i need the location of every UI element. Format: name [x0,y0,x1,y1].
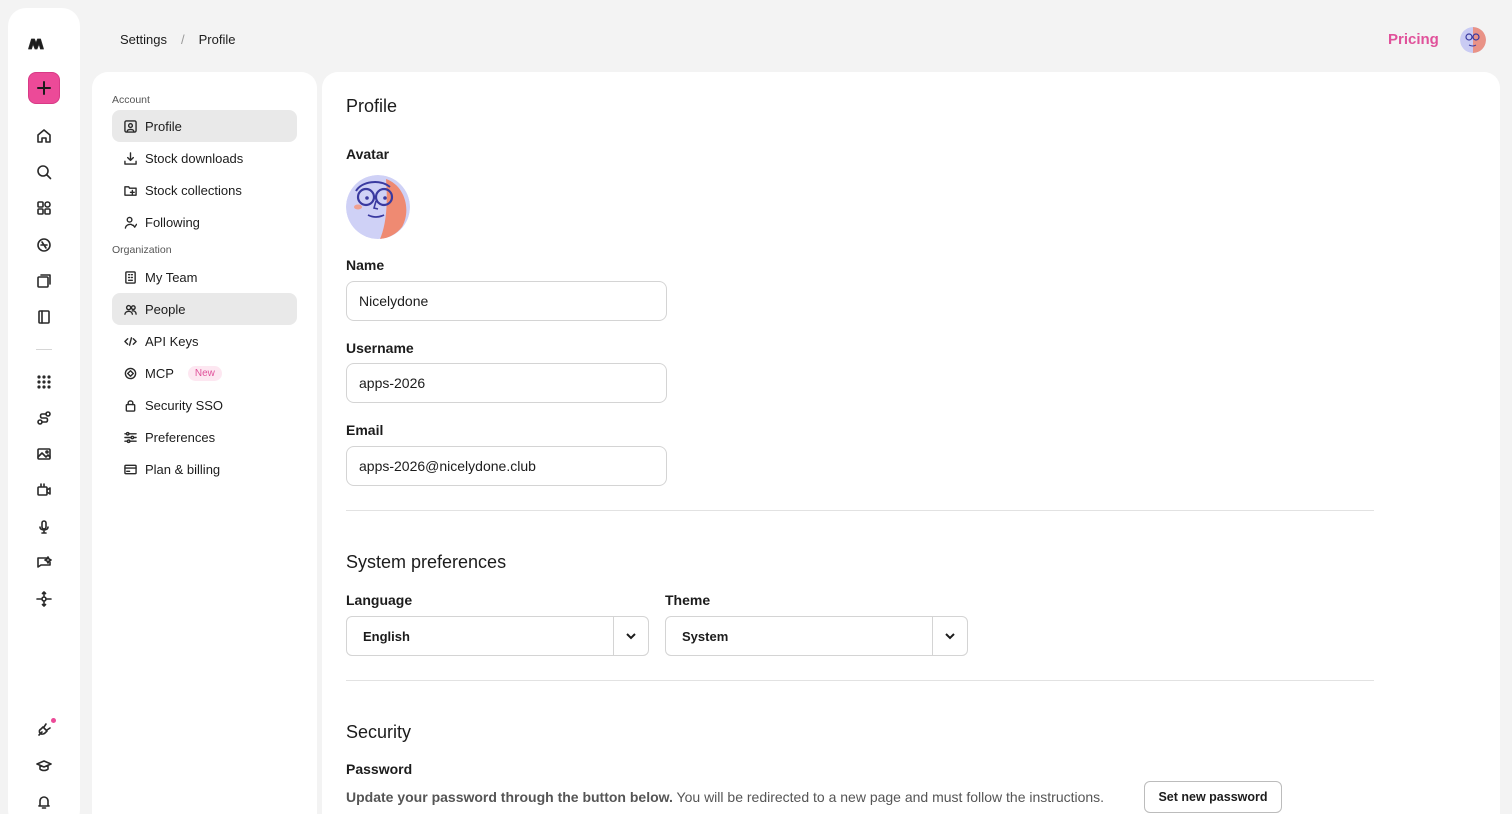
chevron-down-icon [626,633,636,640]
settings-nav: Account Profile Stock downloads Stock co… [92,72,317,814]
nav-item-api-keys[interactable]: API Keys [112,325,297,357]
set-new-password-button[interactable]: Set new password [1144,781,1282,813]
email-input[interactable] [346,446,667,486]
theme-select[interactable]: System [665,616,968,656]
code-icon [124,336,137,346]
video-icon[interactable] [32,478,56,502]
nav-group-organization: Organization [112,244,172,256]
user-avatar[interactable] [1460,27,1486,53]
pricing-link[interactable]: Pricing [1388,31,1439,48]
graduation-cap-icon[interactable] [32,754,56,778]
plug-icon[interactable] [32,718,56,742]
email-label: Email [346,422,384,438]
section-divider [346,510,1374,511]
dots-grid-icon[interactable] [32,370,56,394]
profile-icon [124,119,137,133]
password-label: Password [346,761,413,777]
card-icon [124,464,137,474]
apps-grid-icon[interactable] [32,196,56,220]
rail-divider [36,349,52,350]
download-icon [124,151,137,165]
workflow-icon[interactable] [32,406,56,430]
book-icon[interactable] [32,305,56,329]
nav-item-plan-billing[interactable]: Plan & billing [112,453,297,485]
page-title: Profile [346,96,398,116]
username-label: Username [346,340,414,356]
nav-item-stock-collections[interactable]: Stock collections [112,174,297,206]
breadcrumb-separator: / [180,32,185,47]
library-icon[interactable] [32,269,56,293]
microphone-icon[interactable] [32,515,56,539]
icon-rail [8,8,80,814]
system-preferences-title: System preferences [346,552,507,572]
image-icon[interactable] [32,442,56,466]
language-label: Language [346,592,413,608]
name-input[interactable] [346,281,667,321]
password-description: Update your password through the button … [346,789,1105,805]
people-icon [124,304,137,315]
profile-avatar[interactable] [346,175,410,239]
breadcrumb-current: Profile [198,32,236,47]
lock-icon [125,399,136,412]
user-follow-icon [124,216,137,229]
nav-item-security-sso[interactable]: Security SSO [112,389,297,421]
username-input[interactable] [346,363,667,403]
breadcrumb: Settings / Profile [120,32,235,47]
breadcrumb-settings[interactable]: Settings [120,32,167,47]
nav-item-stock-downloads[interactable]: Stock downloads [112,142,297,174]
explore-icon[interactable] [32,233,56,257]
name-label: Name [346,257,385,273]
nav-item-my-team[interactable]: My Team [112,261,297,293]
folder-icon [124,185,137,196]
profile-panel: Profile Avatar Name Username Email Syste… [322,72,1500,814]
notification-dot [51,718,56,723]
nav-item-mcp[interactable]: MCP New [112,357,297,389]
chat-icon[interactable] [32,551,56,575]
home-icon[interactable] [32,124,56,148]
chevron-down-icon [945,633,955,640]
building-icon [125,270,136,284]
search-icon[interactable] [32,160,56,184]
create-button[interactable] [28,72,60,104]
nav-group-account: Account [112,94,150,106]
language-select[interactable]: English [346,616,649,656]
plus-icon [37,81,51,95]
move-icon[interactable] [32,587,56,611]
nav-item-preferences[interactable]: Preferences [112,421,297,453]
nav-item-following[interactable]: Following [112,206,297,238]
language-value: English [363,628,410,644]
section-divider [346,680,1374,681]
mcp-icon [124,367,137,379]
logo-icon[interactable] [28,36,60,60]
avatar-label: Avatar [346,146,390,162]
sliders-icon [124,431,137,443]
theme-value: System [682,628,729,644]
new-badge: New [187,365,222,381]
nav-item-profile[interactable]: Profile [112,110,297,142]
nav-item-people[interactable]: People [112,293,297,325]
bell-icon[interactable] [32,790,56,814]
security-title: Security [346,722,412,742]
theme-label: Theme [665,592,711,608]
